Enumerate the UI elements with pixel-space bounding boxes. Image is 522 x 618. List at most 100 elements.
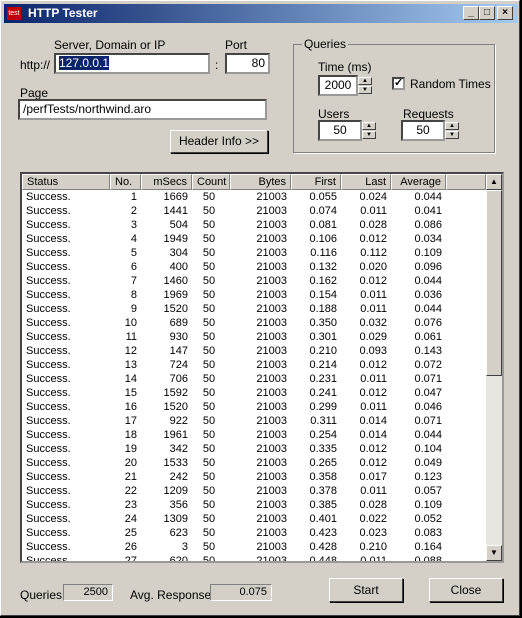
spin-down-icon[interactable]: ▼ — [445, 131, 459, 139]
col-no[interactable]: No. — [110, 174, 141, 190]
server-input[interactable]: 127.0.0.1 — [54, 53, 210, 74]
table-row[interactable]: Success. 17 922 50 21003 0.311 0.014 0.071 — [22, 414, 486, 428]
cell-bytes: 21003 — [256, 555, 287, 563]
table-row[interactable]: Success. 26 3 50 21003 0.428 0.210 0.164 — [22, 540, 486, 554]
table-row[interactable]: Success. 15 1592 50 21003 0.241 0.012 0.047 — [22, 386, 486, 400]
cell-no: 16 — [124, 401, 137, 413]
users-spin-arrows[interactable]: ▲ ▼ — [362, 122, 376, 139]
cell-last: 0.029 — [359, 331, 387, 343]
title-bar[interactable]: test HTTP Tester _ □ × — [4, 4, 518, 23]
table-row[interactable]: Success. 24 1309 50 21003 0.401 0.022 0.052 — [22, 512, 486, 526]
requests-spinner[interactable]: 50 ▲ ▼ — [401, 120, 459, 141]
cell-msecs: 623 — [169, 527, 188, 539]
cell-first: 0.448 — [309, 555, 337, 563]
users-value[interactable]: 50 — [318, 120, 362, 141]
cell-status: Success. — [26, 401, 71, 413]
start-button[interactable]: Start — [329, 578, 403, 602]
col-average[interactable]: Average — [391, 174, 446, 190]
table-row[interactable]: Success. 8 1969 50 21003 0.154 0.011 0.036 — [22, 288, 486, 302]
spin-down-icon[interactable]: ▼ — [362, 131, 376, 139]
port-input[interactable]: 80 — [225, 53, 270, 74]
cell-bytes: 21003 — [256, 429, 287, 441]
queries-total-label: Queries — [20, 588, 63, 602]
col-count[interactable]: Count — [192, 174, 230, 190]
col-first[interactable]: First — [291, 174, 341, 190]
table-row[interactable]: Success. 16 1520 50 21003 0.299 0.011 0.046 — [22, 400, 486, 414]
cell-bytes: 21003 — [256, 373, 287, 385]
table-row[interactable]: Success. 13 724 50 21003 0.214 0.012 0.072 — [22, 358, 486, 372]
scroll-down-icon[interactable]: ▼ — [486, 545, 502, 561]
col-last[interactable]: Last — [341, 174, 391, 190]
table-row[interactable]: Success. 6 400 50 21003 0.132 0.020 0.096 — [22, 260, 486, 274]
cell-no: 6 — [130, 261, 137, 273]
time-spinner[interactable]: 2000 ▲ ▼ — [318, 75, 374, 96]
requests-spin-arrows[interactable]: ▲ ▼ — [445, 122, 459, 139]
page-input[interactable]: /perfTests/northwind.aro — [18, 99, 267, 120]
cell-no: 7 — [130, 275, 137, 287]
spin-up-icon[interactable]: ▲ — [358, 77, 372, 85]
table-row[interactable]: Success. 27 620 50 21003 0.448 0.011 0.088 — [22, 554, 486, 563]
vertical-scrollbar[interactable]: ▲ ▼ — [486, 174, 502, 561]
table-row[interactable]: Success. 4 1949 50 21003 0.106 0.012 0.034 — [22, 232, 486, 246]
col-bytes[interactable]: Bytes — [230, 174, 291, 190]
time-value[interactable]: 2000 — [318, 75, 358, 96]
requests-value[interactable]: 50 — [401, 120, 445, 141]
time-spin-arrows[interactable]: ▲ ▼ — [358, 77, 372, 94]
cell-no: 26 — [124, 541, 137, 553]
maximize-button[interactable]: □ — [479, 6, 495, 20]
minimize-button[interactable]: _ — [463, 6, 479, 20]
scroll-thumb[interactable] — [486, 190, 502, 376]
results-list[interactable]: Status No. mSecs Count Bytes First Last … — [20, 172, 504, 563]
table-row[interactable]: Success. 22 1209 50 21003 0.378 0.011 0.057 — [22, 484, 486, 498]
table-row[interactable]: Success. 18 1961 50 21003 0.254 0.014 0.044 — [22, 428, 486, 442]
spin-down-icon[interactable]: ▼ — [358, 86, 372, 94]
table-row[interactable]: Success. 19 342 50 21003 0.335 0.012 0.104 — [22, 442, 486, 456]
cell-count: 50 — [202, 513, 216, 525]
cell-msecs: 1961 — [163, 429, 188, 441]
table-row[interactable]: Success. 5 304 50 21003 0.116 0.112 0.109 — [22, 246, 486, 260]
cell-last: 0.011 — [360, 401, 387, 413]
table-row[interactable]: Success. 2 1441 50 21003 0.074 0.011 0.041 — [22, 204, 486, 218]
spin-up-icon[interactable]: ▲ — [362, 122, 376, 130]
table-row[interactable]: Success. 10 689 50 21003 0.350 0.032 0.076 — [22, 316, 486, 330]
table-row[interactable]: Success. 1 1669 50 21003 0.055 0.024 0.044 — [22, 190, 486, 204]
cell-bytes: 21003 — [256, 219, 287, 231]
table-row[interactable]: Success. 11 930 50 21003 0.301 0.029 0.061 — [22, 330, 486, 344]
table-row[interactable]: Success. 23 356 50 21003 0.385 0.028 0.109 — [22, 498, 486, 512]
cell-average: 0.109 — [414, 247, 442, 259]
cell-no: 4 — [130, 233, 137, 245]
cell-bytes: 21003 — [256, 513, 287, 525]
table-row[interactable]: Success. 7 1460 50 21003 0.162 0.012 0.044 — [22, 274, 486, 288]
spin-up-icon[interactable]: ▲ — [445, 122, 459, 130]
http-prefix: http:// — [20, 58, 51, 72]
table-row[interactable]: Success. 14 706 50 21003 0.231 0.011 0.071 — [22, 372, 486, 386]
http-tester-window: test HTTP Tester _ □ × Server, Domain or… — [0, 0, 520, 616]
users-label: Users — [318, 107, 350, 121]
cell-average: 0.076 — [414, 317, 442, 329]
cell-count: 50 — [202, 261, 216, 273]
random-times-checkbox[interactable]: ✓ — [392, 77, 405, 90]
header-info-button[interactable]: Header Info >> — [170, 130, 268, 153]
cell-first: 0.081 — [309, 219, 337, 231]
table-row[interactable]: Success. 21 242 50 21003 0.358 0.017 0.123 — [22, 470, 486, 484]
users-spinner[interactable]: 50 ▲ ▼ — [318, 120, 376, 141]
table-row[interactable]: Success. 3 504 50 21003 0.081 0.028 0.086 — [22, 218, 486, 232]
cell-count: 50 — [202, 401, 216, 413]
close-button[interactable]: Close — [429, 578, 503, 602]
maximize-icon: □ — [483, 7, 491, 18]
table-row[interactable]: Success. 9 1520 50 21003 0.188 0.011 0.044 — [22, 302, 486, 316]
table-row[interactable]: Success. 12 147 50 21003 0.210 0.093 0.143 — [22, 344, 486, 358]
cell-msecs: 1520 — [163, 401, 188, 413]
window-title: HTTP Tester — [28, 6, 98, 20]
cell-status: Success. — [26, 331, 71, 343]
cell-first: 0.358 — [309, 471, 337, 483]
table-row[interactable]: Success. 20 1533 50 21003 0.265 0.012 0.049 — [22, 456, 486, 470]
close-window-button[interactable]: × — [497, 6, 513, 20]
cell-count: 50 — [202, 219, 216, 231]
col-msecs[interactable]: mSecs — [141, 174, 192, 190]
table-row[interactable]: Success. 25 623 50 21003 0.423 0.023 0.083 — [22, 526, 486, 540]
cell-msecs: 304 — [169, 247, 188, 259]
cell-msecs: 342 — [169, 443, 188, 455]
scroll-up-icon[interactable]: ▲ — [486, 174, 502, 190]
col-status[interactable]: Status — [22, 174, 110, 190]
